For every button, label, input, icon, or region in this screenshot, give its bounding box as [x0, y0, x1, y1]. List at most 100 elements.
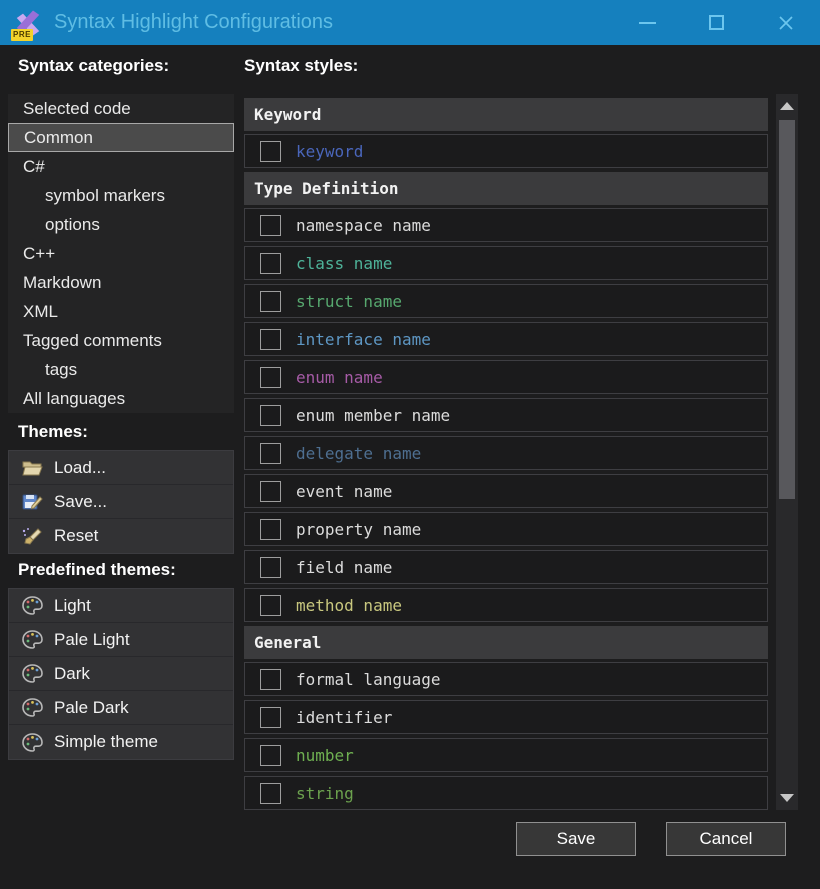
- category-item-c[interactable]: C#: [8, 152, 234, 181]
- category-item-selected-code[interactable]: Selected code: [8, 94, 234, 123]
- scrollbar-down-button[interactable]: [776, 788, 798, 808]
- close-button[interactable]: [751, 0, 820, 45]
- style-group-header-general: General: [244, 626, 768, 659]
- predefined-theme-dark[interactable]: Dark: [9, 657, 233, 691]
- style-row-struct-name[interactable]: struct name: [244, 284, 768, 318]
- style-label-formal-language: formal language: [296, 669, 441, 689]
- style-checkbox-formal-language[interactable]: [260, 668, 281, 690]
- arrow-up-icon: [780, 102, 794, 110]
- styles-scrollbar[interactable]: [776, 94, 798, 810]
- style-label-method-name: method name: [296, 595, 402, 615]
- style-checkbox-property-name[interactable]: [260, 518, 281, 540]
- theme-action-reset[interactable]: Reset: [9, 519, 233, 553]
- syntax-styles-label: Syntax styles:: [244, 56, 359, 75]
- style-row-property-name[interactable]: property name: [244, 512, 768, 546]
- style-row-interface-name[interactable]: interface name: [244, 322, 768, 356]
- theme-action-label: Load...: [54, 457, 106, 477]
- style-row-method-name[interactable]: method name: [244, 588, 768, 622]
- category-item-c[interactable]: C++: [8, 239, 234, 268]
- syntax-categories-label: Syntax categories:: [18, 56, 170, 75]
- style-checkbox-enum-name[interactable]: [260, 366, 281, 388]
- style-row-string[interactable]: string: [244, 776, 768, 810]
- arrow-down-icon: [780, 794, 794, 802]
- predefined-theme-simple-theme[interactable]: Simple theme: [9, 725, 233, 759]
- maximize-button[interactable]: [682, 0, 751, 45]
- style-label-event-name: event name: [296, 481, 393, 501]
- scrollbar-thumb[interactable]: [779, 120, 795, 499]
- style-label-identifier: identifier: [296, 707, 393, 727]
- style-row-enum-name[interactable]: enum name: [244, 360, 768, 394]
- scrollbar-up-button[interactable]: [776, 96, 798, 116]
- category-item-markdown[interactable]: Markdown: [8, 268, 234, 297]
- style-label-keyword: keyword: [296, 141, 364, 161]
- style-checkbox-identifier[interactable]: [260, 706, 281, 728]
- maximize-icon: [709, 15, 724, 30]
- predefined-theme-label: Dark: [54, 663, 90, 683]
- predefined-themes-label: Predefined themes:: [18, 560, 176, 579]
- style-row-keyword[interactable]: keyword: [244, 134, 768, 168]
- minimize-button[interactable]: [613, 0, 682, 45]
- style-checkbox-delegate-name[interactable]: [260, 442, 281, 464]
- style-checkbox-field-name[interactable]: [260, 556, 281, 578]
- style-label-class-name: class name: [296, 253, 393, 273]
- style-row-enum-member-name[interactable]: enum member name: [244, 398, 768, 432]
- style-checkbox-struct-name[interactable]: [260, 290, 281, 312]
- category-item-tags[interactable]: tags: [8, 355, 234, 384]
- style-checkbox-interface-name[interactable]: [260, 328, 281, 350]
- theme-action-load[interactable]: Load...: [9, 451, 233, 485]
- category-item-common[interactable]: Common: [8, 123, 234, 152]
- style-row-delegate-name[interactable]: delegate name: [244, 436, 768, 470]
- palette-icon: [21, 698, 43, 718]
- theme-actions: Load... Save... Reset: [8, 450, 234, 554]
- style-checkbox-event-name[interactable]: [260, 480, 281, 502]
- window-controls: [613, 0, 820, 45]
- category-item-all-languages[interactable]: All languages: [8, 384, 234, 413]
- style-checkbox-namespace-name[interactable]: [260, 214, 281, 236]
- predefined-theme-label: Simple theme: [54, 732, 158, 751]
- predefined-theme-pale-dark[interactable]: Pale Dark: [9, 691, 233, 725]
- style-label-enum-name: enum name: [296, 367, 383, 387]
- style-group-header-type-definition: Type Definition: [244, 172, 768, 205]
- theme-action-label: Save...: [54, 491, 107, 511]
- titlebar: PRE Syntax Highlight Configurations: [0, 0, 820, 45]
- category-item-xml[interactable]: XML: [8, 297, 234, 326]
- themes-label: Themes:: [18, 422, 88, 441]
- style-row-number[interactable]: number: [244, 738, 768, 772]
- predefined-theme-pale-light[interactable]: Pale Light: [9, 623, 233, 657]
- cancel-button[interactable]: Cancel: [666, 822, 786, 856]
- save-button[interactable]: Save: [516, 822, 636, 856]
- category-item-options[interactable]: options: [8, 210, 234, 239]
- style-row-field-name[interactable]: field name: [244, 550, 768, 584]
- style-checkbox-enum-member-name[interactable]: [260, 404, 281, 426]
- style-label-string: string: [296, 783, 354, 803]
- style-row-identifier[interactable]: identifier: [244, 700, 768, 734]
- style-label-delegate-name: delegate name: [296, 443, 422, 463]
- style-label-number: number: [296, 745, 354, 765]
- style-checkbox-keyword[interactable]: [260, 140, 281, 162]
- style-row-event-name[interactable]: event name: [244, 474, 768, 508]
- category-item-symbol-markers[interactable]: symbol markers: [8, 181, 234, 210]
- category-item-tagged-comments[interactable]: Tagged comments: [8, 326, 234, 355]
- style-row-class-name[interactable]: class name: [244, 246, 768, 280]
- syntax-styles-list: Keyword keyword Type Definition namespace n…: [244, 94, 768, 810]
- minimize-icon: [639, 21, 656, 24]
- palette-icon: [21, 630, 43, 650]
- style-label-property-name: property name: [296, 519, 422, 539]
- style-group-header-keyword: Keyword: [244, 98, 768, 131]
- close-icon: [778, 15, 793, 30]
- style-checkbox-method-name[interactable]: [260, 594, 281, 616]
- theme-action-save[interactable]: Save...: [9, 485, 233, 519]
- style-checkbox-number[interactable]: [260, 744, 281, 766]
- style-row-formal-language[interactable]: formal language: [244, 662, 768, 696]
- style-checkbox-class-name[interactable]: [260, 252, 281, 274]
- palette-icon: [21, 664, 43, 684]
- predefined-theme-light[interactable]: Light: [9, 589, 233, 623]
- style-row-namespace-name[interactable]: namespace name: [244, 208, 768, 242]
- save-icon: [21, 492, 43, 512]
- theme-action-label: Reset: [54, 526, 99, 545]
- style-label-interface-name: interface name: [296, 329, 431, 349]
- style-checkbox-string[interactable]: [260, 782, 281, 804]
- style-label-enum-member-name: enum member name: [296, 405, 451, 425]
- window-title: Syntax Highlight Configurations: [54, 11, 334, 33]
- syntax-categories-list: Selected code Common C# symbol markers optio…: [8, 94, 234, 413]
